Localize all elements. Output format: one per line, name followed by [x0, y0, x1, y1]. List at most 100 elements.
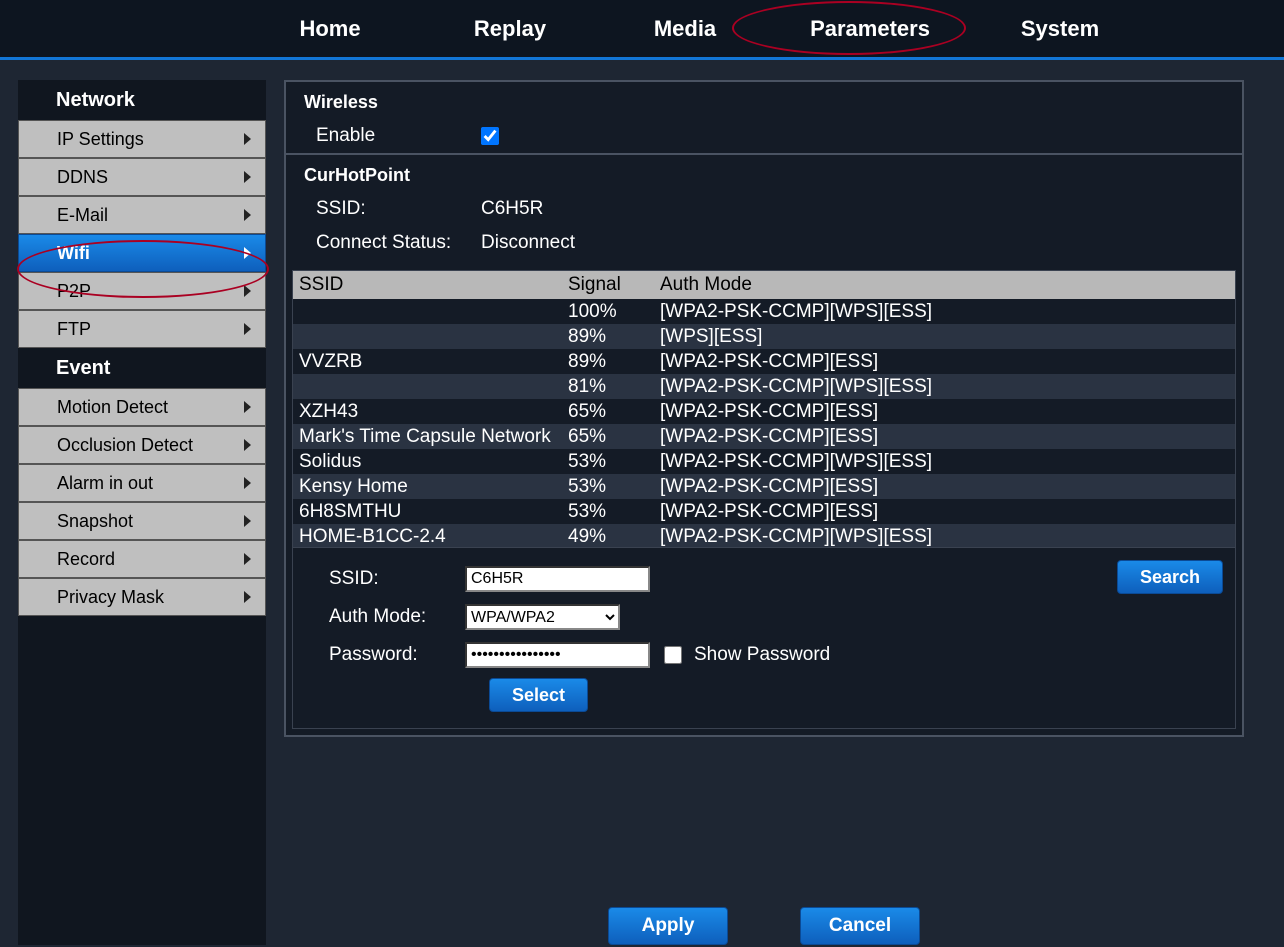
curhotpoint-heading: CurHotPoint: [286, 155, 1242, 192]
sidebar-item-label: Occlusion Detect: [57, 435, 193, 456]
cell-auth: [WPA2-PSK-CCMP][ESS]: [660, 501, 1235, 523]
ssid-input[interactable]: [465, 566, 650, 592]
sidebar-item-alarm-in-out[interactable]: Alarm in out: [18, 464, 266, 502]
cell-auth: [WPA2-PSK-CCMP][WPS][ESS]: [660, 301, 1235, 323]
sidebar-item-label: P2P: [57, 281, 91, 302]
sidebar-item-ftp[interactable]: FTP: [18, 310, 266, 348]
col-signal: Signal: [568, 274, 660, 296]
wifi-panel: Wireless Enable CurHotPoint SSID: C6H5R …: [284, 80, 1244, 737]
chevron-right-icon: [244, 591, 251, 603]
form-ssid-label: SSID:: [305, 568, 465, 590]
table-row[interactable]: XZH4365%[WPA2-PSK-CCMP][ESS]: [293, 399, 1235, 424]
cell-signal: 49%: [568, 526, 660, 548]
table-row[interactable]: 6H8SMTHU53%[WPA2-PSK-CCMP][ESS]: [293, 499, 1235, 524]
cell-ssid: XZH43: [293, 401, 568, 423]
wifi-table-header: SSID Signal Auth Mode: [293, 271, 1235, 299]
nav-system[interactable]: System: [970, 0, 1150, 57]
cell-auth: [WPA2-PSK-CCMP][WPS][ESS]: [660, 376, 1235, 398]
auth-mode-select[interactable]: WPA/WPA2: [465, 604, 620, 630]
sidebar-item-ddns[interactable]: DDNS: [18, 158, 266, 196]
sidebar-item-label: FTP: [57, 319, 91, 340]
top-nav: Home Replay Media Parameters System: [0, 0, 1284, 60]
sidebar-item-label: Privacy Mask: [57, 587, 164, 608]
sidebar-item-snapshot[interactable]: Snapshot: [18, 502, 266, 540]
nav-home[interactable]: Home: [240, 0, 420, 57]
sidebar-item-label: IP Settings: [57, 129, 144, 150]
sidebar-item-label: Snapshot: [57, 511, 133, 532]
nav-spacer: [0, 0, 240, 57]
col-auth: Auth Mode: [660, 274, 1235, 296]
cell-signal: 53%: [568, 501, 660, 523]
cell-ssid: Kensy Home: [293, 476, 568, 498]
cell-auth: [WPA2-PSK-CCMP][ESS]: [660, 476, 1235, 498]
table-row[interactable]: 89%[WPS][ESS]: [293, 324, 1235, 349]
content: Wireless Enable CurHotPoint SSID: C6H5R …: [284, 80, 1244, 945]
table-row[interactable]: HOME-B1CC-2.449%[WPA2-PSK-CCMP][WPS][ESS…: [293, 524, 1235, 547]
chevron-right-icon: [244, 171, 251, 183]
cell-auth: [WPA2-PSK-CCMP][ESS]: [660, 426, 1235, 448]
chevron-right-icon: [244, 133, 251, 145]
table-row[interactable]: Kensy Home53%[WPA2-PSK-CCMP][ESS]: [293, 474, 1235, 499]
table-row[interactable]: 100%[WPA2-PSK-CCMP][WPS][ESS]: [293, 299, 1235, 324]
sidebar-item-label: Wifi: [57, 243, 90, 264]
cell-ssid: 6H8SMTHU: [293, 501, 568, 523]
chevron-right-icon: [244, 553, 251, 565]
cell-ssid: Mark's Time Capsule Network: [293, 426, 568, 448]
cell-signal: 65%: [568, 401, 660, 423]
search-button[interactable]: Search: [1117, 560, 1223, 594]
nav-parameters[interactable]: Parameters: [770, 0, 970, 57]
chevron-right-icon: [244, 323, 251, 335]
form-auth-label: Auth Mode:: [305, 606, 465, 628]
wireless-heading: Wireless: [286, 82, 1242, 119]
cell-auth: [WPA2-PSK-CCMP][ESS]: [660, 401, 1235, 423]
wifi-table-body[interactable]: 100%[WPA2-PSK-CCMP][WPS][ESS]89%[WPS][ES…: [293, 299, 1235, 547]
sidebar: Network IP Settings DDNS E-Mail Wifi P2P…: [18, 80, 266, 945]
sidebar-item-label: DDNS: [57, 167, 108, 188]
table-row[interactable]: VVZRB89%[WPA2-PSK-CCMP][ESS]: [293, 349, 1235, 374]
cell-auth: [WPA2-PSK-CCMP][WPS][ESS]: [660, 526, 1235, 548]
enable-checkbox[interactable]: [481, 127, 499, 145]
show-password-checkbox[interactable]: [664, 646, 682, 664]
chevron-right-icon: [244, 477, 251, 489]
cell-signal: 89%: [568, 326, 660, 348]
sidebar-item-p2p[interactable]: P2P: [18, 272, 266, 310]
chevron-right-icon: [244, 209, 251, 221]
sidebar-item-email[interactable]: E-Mail: [18, 196, 266, 234]
cell-auth: [WPA2-PSK-CCMP][ESS]: [660, 351, 1235, 373]
cancel-button[interactable]: Cancel: [800, 907, 920, 945]
sidebar-item-label: Record: [57, 549, 115, 570]
sidebar-item-wifi[interactable]: Wifi: [18, 234, 266, 272]
table-row[interactable]: 81%[WPA2-PSK-CCMP][WPS][ESS]: [293, 374, 1235, 399]
chevron-right-icon: [244, 285, 251, 297]
nav-replay[interactable]: Replay: [420, 0, 600, 57]
cell-ssid: VVZRB: [293, 351, 568, 373]
table-row[interactable]: Mark's Time Capsule Network65%[WPA2-PSK-…: [293, 424, 1235, 449]
cell-signal: 81%: [568, 376, 660, 398]
sidebar-item-label: Alarm in out: [57, 473, 153, 494]
connect-status-value: Disconnect: [481, 232, 575, 254]
sidebar-event-title: Event: [18, 348, 266, 388]
sidebar-item-record[interactable]: Record: [18, 540, 266, 578]
wifi-table: SSID Signal Auth Mode 100%[WPA2-PSK-CCMP…: [292, 270, 1236, 548]
wifi-form: Search SSID: Auth Mode: WPA/WPA2 Passwor…: [292, 548, 1236, 729]
apply-button[interactable]: Apply: [608, 907, 728, 945]
password-input[interactable]: [465, 642, 650, 668]
bottom-bar: Apply Cancel: [284, 907, 1244, 945]
chevron-right-icon: [244, 401, 251, 413]
cell-auth: [WPA2-PSK-CCMP][WPS][ESS]: [660, 451, 1235, 473]
form-password-label: Password:: [305, 644, 465, 666]
chevron-right-icon: [244, 247, 251, 259]
sidebar-item-label: Motion Detect: [57, 397, 168, 418]
sidebar-item-motion-detect[interactable]: Motion Detect: [18, 388, 266, 426]
show-password-label: Show Password: [694, 644, 830, 666]
nav-media[interactable]: Media: [600, 0, 770, 57]
ssid-label: SSID:: [316, 198, 481, 220]
sidebar-item-ip-settings[interactable]: IP Settings: [18, 120, 266, 158]
enable-label: Enable: [316, 125, 481, 147]
sidebar-item-occlusion-detect[interactable]: Occlusion Detect: [18, 426, 266, 464]
table-row[interactable]: Solidus53%[WPA2-PSK-CCMP][WPS][ESS]: [293, 449, 1235, 474]
sidebar-network-title: Network: [18, 80, 266, 120]
sidebar-item-privacy-mask[interactable]: Privacy Mask: [18, 578, 266, 616]
sidebar-item-label: E-Mail: [57, 205, 108, 226]
select-button[interactable]: Select: [489, 678, 588, 712]
